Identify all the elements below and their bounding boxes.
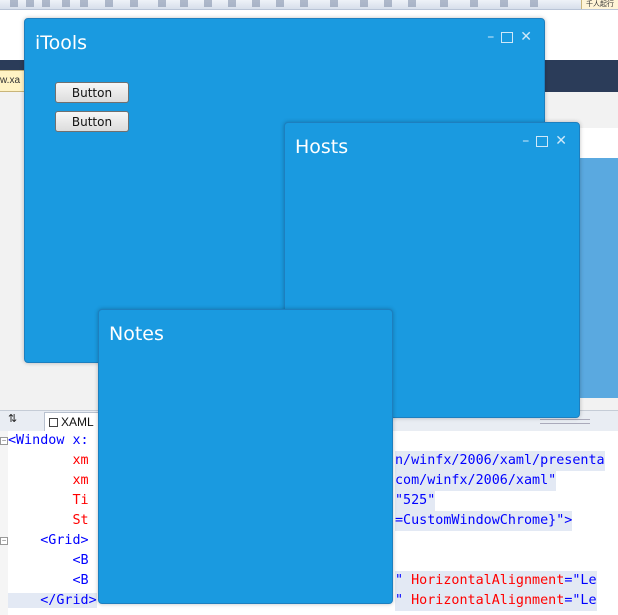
code-text: <B [8, 553, 89, 568]
code-text: St [8, 513, 89, 528]
code-text: <Window x: [8, 433, 89, 448]
itools-window-title: iTools [35, 32, 88, 54]
maximize-icon[interactable] [501, 32, 514, 43]
toolbar-tool-icon[interactable] [228, 0, 236, 7]
toolbar-tool-icon[interactable] [408, 0, 416, 7]
designer-window-preview [578, 158, 618, 398]
toolbar-tool-icon[interactable] [530, 0, 538, 7]
minimize-icon[interactable]: – [487, 29, 494, 45]
code-line-tail: com/winfx/2006/xaml" [395, 471, 557, 491]
toolbar-tool-icon[interactable] [276, 0, 284, 7]
tab-xaml[interactable]: XAML [44, 412, 103, 431]
toolbar-tool-icon[interactable] [130, 0, 138, 7]
code-text: HorizontalAlignment [411, 593, 565, 608]
code-line: <Window x: [8, 431, 89, 451]
code-text: com/winfx/2006/xaml" [395, 473, 557, 488]
code-text: " [395, 573, 404, 588]
code-text: xm [8, 473, 89, 488]
toolbar-tool-icon[interactable] [300, 0, 308, 7]
code-line-tail: =CustomWindowChrome}"> [395, 511, 573, 531]
toolbar-tool-icon[interactable] [204, 0, 212, 7]
code-line: St [8, 511, 89, 531]
hosts-window-title: Hosts [295, 136, 349, 158]
close-icon[interactable]: ✕ [555, 133, 567, 149]
code-line: <Grid> [8, 531, 89, 551]
toolbar-search-box[interactable]: 千人起行 [581, 0, 618, 9]
code-line-tail: " HorizontalAlignment="Le [395, 571, 597, 591]
collapse-grid-icon[interactable]: − [0, 537, 8, 545]
notes-window[interactable]: Notes [98, 309, 393, 604]
code-line-tail: "525" [395, 491, 436, 511]
toolbar-tool-icon[interactable] [26, 0, 34, 7]
splitter-handle[interactable] [540, 419, 590, 424]
code-line-tail: " HorizontalAlignment="Le [395, 591, 597, 611]
ide-toolbar: 千人起行 [0, 0, 618, 10]
code-text: <Grid> [8, 533, 89, 548]
collapse-window-icon[interactable]: − [0, 437, 8, 445]
toolbar-tool-icon[interactable] [80, 0, 88, 7]
code-text: </Grid> [8, 593, 97, 608]
code-text: " [395, 593, 404, 608]
code-text: HorizontalAlignment [411, 573, 565, 588]
toolbar-tool-icon[interactable] [158, 0, 166, 7]
toolbar-tool-icon[interactable] [384, 0, 392, 7]
toolbar-tool-icon[interactable] [330, 0, 338, 7]
toolbar-tool-icon[interactable] [252, 0, 260, 7]
toolbar-tool-icon[interactable] [180, 0, 188, 7]
maximize-icon[interactable] [536, 136, 549, 147]
toolbar-tool-icon[interactable] [10, 0, 18, 7]
code-text: <B [8, 573, 89, 588]
toolbar-tool-icon[interactable] [105, 0, 113, 7]
code-line: <B [8, 571, 89, 591]
notes-window-title: Notes [109, 323, 164, 345]
toolbar-tool-icon[interactable] [470, 0, 478, 7]
swap-panes-icon[interactable]: ⇅ [8, 412, 17, 425]
code-text: Ti [8, 493, 89, 508]
tab-xaml-label: XAML [61, 415, 94, 429]
code-line: xm [8, 451, 89, 471]
code-text: "525" [395, 493, 436, 508]
code-line: </Grid> [8, 591, 97, 611]
xaml-document-icon [49, 417, 58, 427]
code-text: ="Le [564, 573, 597, 588]
toolbar-tool-icon[interactable] [440, 0, 448, 7]
code-line: <B [8, 551, 89, 571]
itools-caption-buttons: – ✕ [487, 29, 532, 45]
document-tab[interactable]: w.xa [0, 70, 27, 92]
code-text: ="Le [564, 593, 597, 608]
hosts-caption-buttons: – ✕ [522, 133, 567, 149]
toolbar-tool-icon[interactable] [42, 0, 50, 7]
toolbar-tool-icon[interactable] [500, 0, 508, 7]
code-line-tail: n/winfx/2006/xaml/presenta [395, 451, 605, 471]
itools-button-1[interactable]: Button [55, 82, 129, 103]
toolbar-tool-icon[interactable] [62, 0, 70, 7]
editor-gutter [0, 431, 8, 615]
code-text: =CustomWindowChrome}"> [395, 513, 573, 528]
code-line: xm [8, 471, 89, 491]
minimize-icon[interactable]: – [522, 133, 529, 149]
code-line: Ti [8, 491, 89, 511]
toolbar-tool-icon[interactable] [360, 0, 368, 7]
close-icon[interactable]: ✕ [520, 29, 532, 45]
code-text: xm [8, 453, 89, 468]
itools-button-2[interactable]: Button [55, 111, 129, 132]
code-text: n/winfx/2006/xaml/presenta [395, 453, 605, 468]
